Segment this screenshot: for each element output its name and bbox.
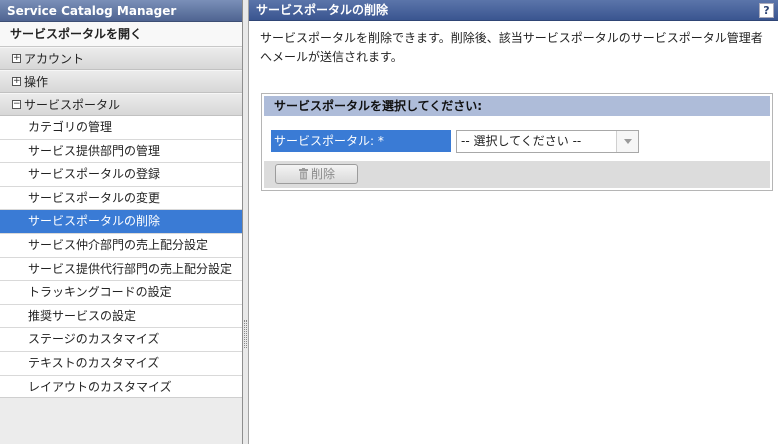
delete-button[interactable]: 削除: [275, 164, 358, 184]
button-bar: 削除: [264, 161, 770, 188]
sidebar-group-account[interactable]: + アカウント: [0, 47, 242, 70]
select-current-value: -- 選択してください --: [461, 134, 582, 148]
page-title-bar: サービスポータルの削除 ?: [249, 0, 778, 21]
sidebar-item-stage-customize[interactable]: ステージのカスタマイズ: [0, 328, 242, 352]
chevron-down-icon[interactable]: [616, 131, 638, 152]
collapse-icon: −: [12, 99, 21, 109]
sidebar-group-label: 操作: [24, 74, 49, 89]
select-portal-panel: サービスポータルを選択してください: サービスポータル: * -- 選択してくだ…: [261, 93, 773, 191]
delete-button-label: 削除: [310, 167, 335, 181]
sidebar-item-broker-revenue-share[interactable]: サービス仲介部門の売上配分設定: [0, 233, 242, 258]
sidebar-group-operation[interactable]: + 操作: [0, 70, 242, 93]
sidebar: Service Catalog Manager サービスポータルを開く + アカ…: [0, 0, 243, 444]
sidebar-group-label: アカウント: [24, 51, 85, 66]
trash-icon: [298, 167, 309, 185]
panel-heading: サービスポータルを選択してください:: [264, 96, 770, 116]
sidebar-item-recommended-services[interactable]: 推奨サービスの設定: [0, 304, 242, 329]
expand-icon: +: [12, 76, 21, 86]
sidebar-item-portal-modify[interactable]: サービスポータルの変更: [0, 186, 242, 211]
main-content: サービスポータルの削除 ? サービスポータルを削除できます。削除後、該当サービス…: [249, 0, 778, 444]
expand-icon: +: [12, 53, 21, 63]
sidebar-group-service-portal[interactable]: − サービスポータル: [0, 93, 242, 116]
sidebar-item-provider-department-management[interactable]: サービス提供部門の管理: [0, 139, 242, 164]
page-description: サービスポータルを削除できます。削除後、該当サービスポータルのサービスポータル管…: [260, 31, 763, 64]
open-service-portal-link[interactable]: サービスポータルを開く: [0, 22, 242, 47]
sidebar-item-reseller-revenue-share[interactable]: サービス提供代行部門の売上配分設定: [0, 257, 242, 282]
sidebar-item-portal-delete[interactable]: サービスポータルの削除: [0, 210, 242, 234]
page-title: サービスポータルの削除: [256, 3, 389, 17]
sidebar-item-layout-customize[interactable]: レイアウトのカスタマイズ: [0, 375, 242, 400]
splitter-grip-icon[interactable]: [244, 320, 247, 348]
sidebar-app-title: Service Catalog Manager: [0, 0, 242, 22]
sidebar-item-portal-register[interactable]: サービスポータルの登録: [0, 163, 242, 187]
sidebar-item-category-management[interactable]: カテゴリの管理: [0, 116, 242, 140]
sidebar-empty-area: [0, 397, 242, 444]
sidebar-group-label: サービスポータル: [24, 97, 121, 112]
service-portal-field-label: サービスポータル: *: [271, 130, 451, 152]
service-portal-select[interactable]: -- 選択してください --: [456, 130, 639, 153]
sidebar-item-text-customize[interactable]: テキストのカスタマイズ: [0, 351, 242, 376]
sidebar-item-tracking-code[interactable]: トラッキングコードの設定: [0, 281, 242, 305]
help-icon[interactable]: ?: [759, 3, 774, 18]
